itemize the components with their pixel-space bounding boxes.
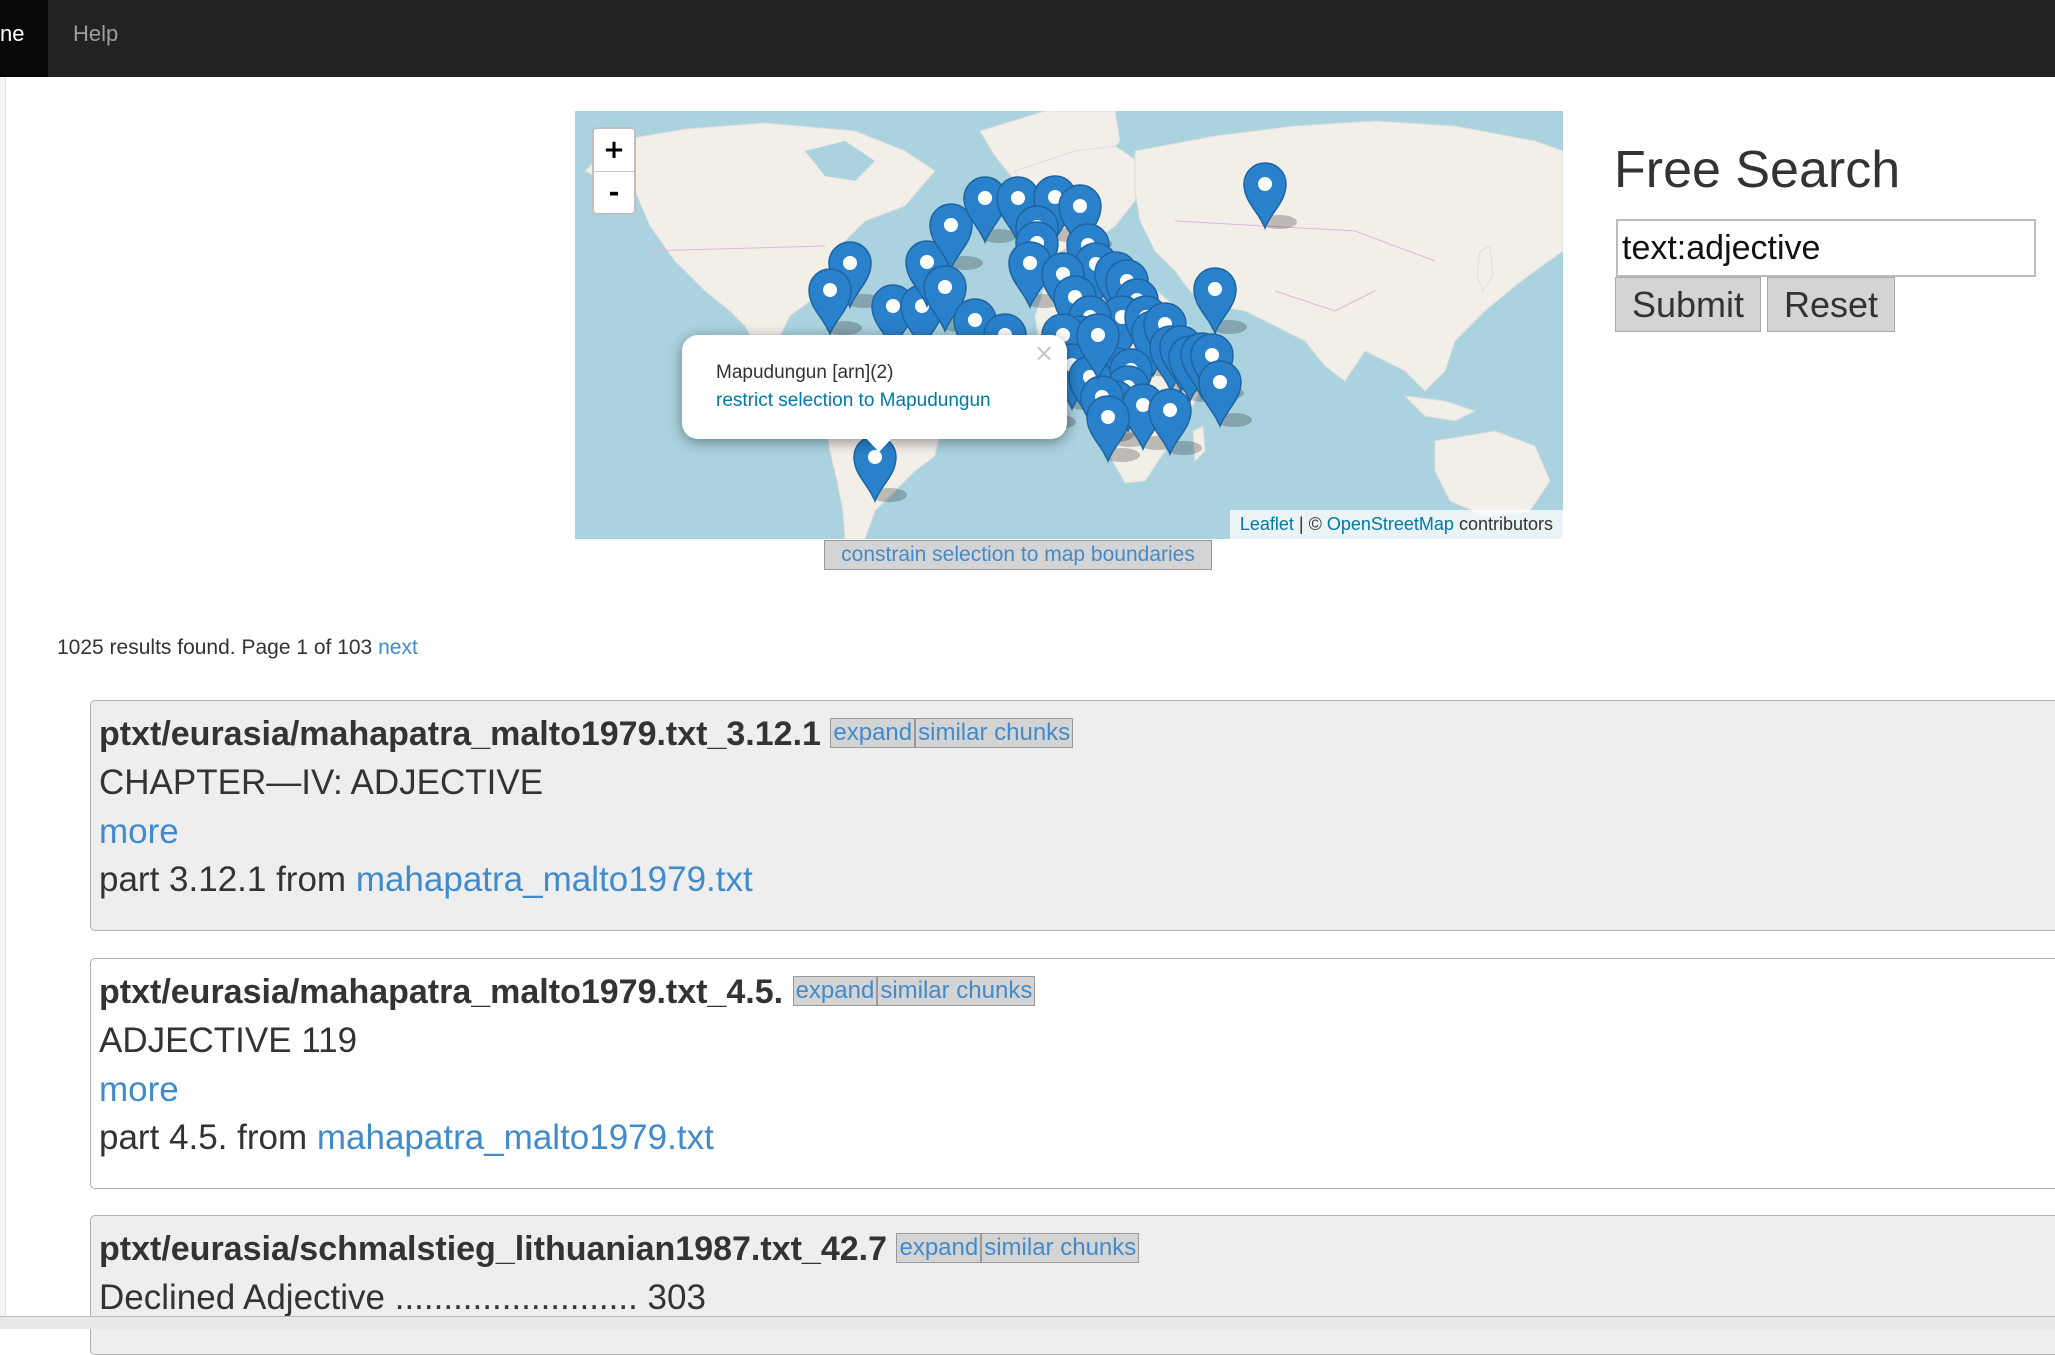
results-summary-text: 1025 results found. Page 1 of 103 bbox=[57, 636, 373, 659]
popup-close-icon[interactable]: × bbox=[1034, 339, 1054, 367]
result-excerpt: CHAPTER—IV: ADJECTIVE bbox=[99, 763, 544, 802]
leaflet-link[interactable]: Leaflet bbox=[1240, 514, 1294, 534]
result-title: ptxt/eurasia/mahapatra_malto1979.txt_4.5… bbox=[99, 973, 1036, 1012]
result-title-text[interactable]: ptxt/eurasia/schmalstieg_lithuanian1987.… bbox=[99, 1230, 887, 1268]
top-navbar bbox=[0, 0, 2055, 77]
source-file-link[interactable]: mahapatra_malto1979.txt bbox=[317, 1118, 714, 1157]
nav-home-link[interactable]: ne bbox=[0, 0, 48, 77]
left-sidebar-edge bbox=[0, 77, 6, 1328]
attribution-suffix: contributors bbox=[1453, 514, 1553, 534]
constrain-map-button[interactable]: constrain selection to map boundaries bbox=[824, 540, 1212, 570]
result-part-info: part 3.12.1 from mahapatra_malto1979.txt bbox=[99, 860, 753, 900]
map-popup bbox=[682, 335, 1067, 439]
map-popup-tip bbox=[865, 437, 893, 452]
result-title-text[interactable]: ptxt/eurasia/mahapatra_malto1979.txt_3.1… bbox=[99, 715, 821, 753]
language-map[interactable]: + - × Mapudungun [arn](2) restrict selec… bbox=[575, 111, 1563, 539]
result-card: ptxt/eurasia/mahapatra_malto1979.txt_4.5… bbox=[90, 958, 2055, 1189]
part-prefix: part 3.12.1 from bbox=[99, 860, 347, 899]
result-card: ptxt/eurasia/schmalstieg_lithuanian1987.… bbox=[90, 1215, 2055, 1355]
zoom-out-button[interactable]: - bbox=[594, 172, 634, 213]
result-excerpt: Declined Adjective .....................… bbox=[99, 1278, 706, 1317]
horizontal-scrollbar[interactable] bbox=[0, 1316, 2055, 1329]
similar-chunks-button[interactable]: similar chunks bbox=[915, 718, 1074, 749]
similar-chunks-button[interactable]: similar chunks bbox=[877, 976, 1036, 1007]
next-page-link[interactable]: next bbox=[378, 636, 418, 659]
result-title: ptxt/eurasia/mahapatra_malto1979.txt_3.1… bbox=[99, 715, 1074, 754]
expand-button[interactable]: expand bbox=[792, 976, 878, 1007]
map-markers-layer bbox=[808, 162, 1297, 502]
nav-help-link[interactable]: Help bbox=[73, 0, 118, 67]
more-link[interactable]: more bbox=[99, 1070, 179, 1110]
zoom-in-button[interactable]: + bbox=[594, 129, 634, 172]
result-part-info: part 4.5. from mahapatra_malto1979.txt bbox=[99, 1118, 714, 1158]
more-link[interactable]: more bbox=[99, 812, 179, 852]
osm-link[interactable]: OpenStreetMap bbox=[1327, 514, 1454, 534]
result-title-text[interactable]: ptxt/eurasia/mahapatra_malto1979.txt_4.5… bbox=[99, 973, 783, 1011]
expand-button[interactable]: expand bbox=[830, 718, 916, 749]
search-title: Free Search bbox=[1614, 141, 1901, 199]
results-summary: 1025 results found. Page 1 of 103 next bbox=[57, 636, 418, 660]
popup-language-title: Mapudungun [arn](2) bbox=[716, 362, 894, 383]
popup-restrict-link[interactable]: restrict selection to Mapudungun bbox=[716, 390, 991, 412]
nav-home-label: ne bbox=[0, 21, 25, 46]
attribution-separator: | © bbox=[1293, 514, 1327, 534]
zoom-control: + - bbox=[592, 127, 636, 215]
result-card: ptxt/eurasia/mahapatra_malto1979.txt_3.1… bbox=[90, 700, 2055, 931]
search-input[interactable] bbox=[1616, 219, 2036, 277]
expand-button[interactable]: expand bbox=[896, 1233, 982, 1264]
result-excerpt: ADJECTIVE 119 bbox=[99, 1021, 358, 1060]
similar-chunks-button[interactable]: similar chunks bbox=[981, 1233, 1140, 1264]
submit-button[interactable]: Submit bbox=[1615, 277, 1761, 332]
part-prefix: part 4.5. from bbox=[99, 1118, 308, 1157]
reset-button[interactable]: Reset bbox=[1767, 277, 1895, 332]
source-file-link[interactable]: mahapatra_malto1979.txt bbox=[356, 860, 753, 899]
map-attribution: Leaflet | © OpenStreetMap contributors bbox=[1229, 510, 1563, 539]
result-title: ptxt/eurasia/schmalstieg_lithuanian1987.… bbox=[99, 1230, 1140, 1269]
